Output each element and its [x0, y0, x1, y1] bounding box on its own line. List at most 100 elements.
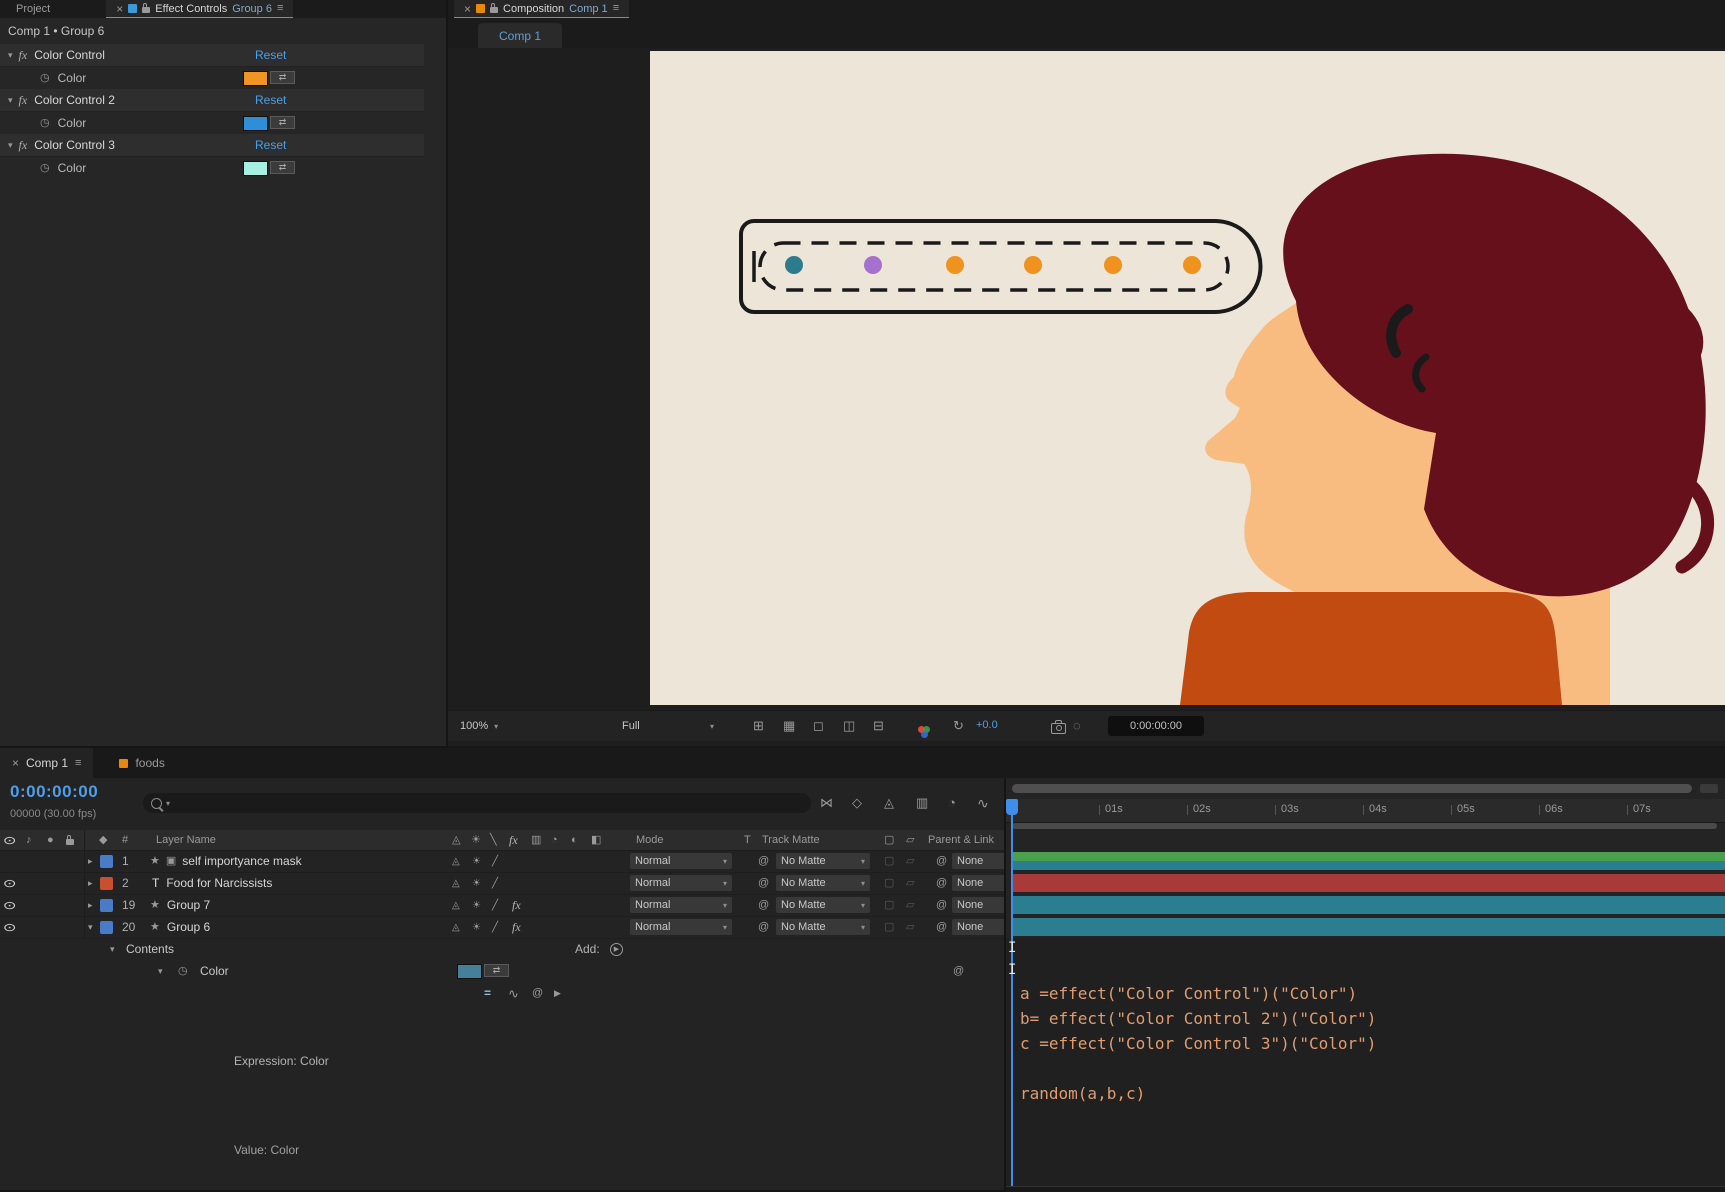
layer-name[interactable]: Food for Narcissists: [166, 876, 272, 890]
mode-dropdown[interactable]: Normal ▾: [630, 875, 732, 891]
frame-blend-icon[interactable]: ▥: [916, 796, 928, 809]
fx-badge-icon[interactable]: fx: [19, 93, 28, 108]
track-matte-dropdown[interactable]: No Matte ▾: [776, 853, 870, 869]
current-timecode[interactable]: 0:00:00:00: [10, 782, 98, 802]
playhead-line[interactable]: [1011, 799, 1013, 1186]
search-options-caret-icon[interactable]: ▾: [166, 799, 170, 808]
channel-icon[interactable]: [918, 726, 930, 738]
mode-dropdown[interactable]: Normal ▾: [630, 853, 732, 869]
column-t[interactable]: T: [744, 830, 751, 850]
close-icon[interactable]: ×: [12, 757, 19, 769]
timeline-scrollbar[interactable]: [1012, 784, 1692, 793]
timeline-tab-foods[interactable]: foods: [107, 748, 176, 778]
add-button[interactable]: ▶: [610, 942, 623, 956]
mask-visibility-icon[interactable]: ◻: [813, 719, 824, 732]
color-swatch[interactable]: [243, 116, 268, 131]
quality-toggle[interactable]: ╱: [492, 894, 498, 916]
threed-switch-icon[interactable]: ◧: [591, 830, 601, 850]
color-property-row[interactable]: ▾ ◷ Color ⇄ @: [0, 960, 1004, 982]
label-color[interactable]: [100, 854, 113, 868]
contents-row[interactable]: ▾ Contents Add: ▶: [0, 938, 1004, 960]
color-options-button[interactable]: ⇄: [484, 964, 509, 977]
collapse-toggle[interactable]: ☀: [472, 872, 481, 894]
effect-header-color-control-2[interactable]: ▾ fx Color Control 2 Reset: [0, 89, 424, 112]
preserve-toggle-icon[interactable]: ▱: [906, 872, 914, 894]
resolution-dropdown[interactable]: Full ▾: [622, 716, 714, 736]
reset-link[interactable]: Reset: [255, 138, 286, 152]
matte-pickwhip-icon[interactable]: @: [758, 916, 769, 938]
layer-bar-19[interactable]: [1012, 896, 1725, 914]
layer-bar-1[interactable]: [1012, 852, 1725, 870]
close-icon[interactable]: ×: [116, 3, 123, 15]
mini-flowchart-icon[interactable]: ⋈: [820, 796, 833, 809]
panel-menu-icon[interactable]: ≡: [75, 757, 81, 769]
tab-project[interactable]: Project: [0, 0, 66, 18]
reset-link[interactable]: Reset: [255, 93, 286, 107]
layer-name[interactable]: Group 7: [167, 898, 210, 912]
layer-row-1[interactable]: ▸ 1 ★ ▣ self importyance mask ◬ ☀ ╱ Norm…: [0, 850, 1076, 873]
color-swatch[interactable]: [243, 161, 268, 176]
grid-options-icon[interactable]: ⊞: [753, 719, 764, 732]
playhead-handle[interactable]: [1006, 799, 1018, 815]
parent-pickwhip-icon[interactable]: @: [936, 872, 947, 894]
viewer-tab-comp1[interactable]: Comp 1: [478, 23, 562, 48]
layer-bar-20[interactable]: [1012, 918, 1725, 936]
layer-name[interactable]: self importyance mask: [182, 854, 301, 868]
column-layer-name[interactable]: Layer Name: [156, 830, 216, 850]
work-area-bar[interactable]: [1012, 823, 1717, 829]
draft-3d-icon[interactable]: ◇: [852, 796, 862, 809]
eye-icon[interactable]: ⊙: [3, 899, 17, 912]
property-pickwhip-icon[interactable]: @: [953, 960, 964, 982]
layer-row-20[interactable]: ⊙ ▾ 20 ★ Group 6 ◬ ☀ ╱ fx Normal ▾ @ No M…: [0, 916, 1076, 939]
expression-language-icon[interactable]: ▶: [554, 982, 561, 1004]
twirl-right-icon[interactable]: ▸: [88, 900, 93, 910]
hide-shy-icon[interactable]: ◬: [884, 796, 894, 809]
lock-icon[interactable]: [142, 3, 151, 13]
column-num[interactable]: #: [122, 830, 128, 850]
matte-toggle-icon[interactable]: ▢: [884, 916, 894, 938]
collapse-switch-icon[interactable]: ☀: [471, 830, 481, 850]
mode-dropdown[interactable]: Normal ▾: [630, 897, 732, 913]
audio-column-icon[interactable]: ♪: [26, 834, 32, 846]
preserve-toggle-icon[interactable]: ▱: [906, 894, 914, 916]
label-column-icon[interactable]: ◆: [99, 834, 107, 846]
effect-header-color-control[interactable]: ▾ fx Color Control Reset: [0, 44, 424, 67]
matte-toggle-icon[interactable]: ▢: [884, 894, 894, 916]
matte-toggle-icon[interactable]: ▢: [884, 830, 894, 850]
quality-toggle[interactable]: ╱: [492, 916, 498, 938]
exposure-reset-icon[interactable]: ↻: [953, 719, 964, 732]
matte-pickwhip-icon[interactable]: @: [758, 850, 769, 872]
graph-editor-icon[interactable]: ∿: [977, 796, 989, 810]
region-of-interest-icon[interactable]: ◫: [843, 719, 855, 732]
twirl-down-icon[interactable]: ▾: [110, 944, 115, 954]
track-matte-dropdown[interactable]: No Matte ▾: [776, 875, 870, 891]
shy-toggle[interactable]: ◬: [452, 894, 460, 916]
label-color[interactable]: [100, 898, 113, 912]
layer-bar-2[interactable]: [1012, 874, 1725, 892]
column-mode[interactable]: Mode: [636, 830, 664, 850]
collapse-toggle[interactable]: ☀: [472, 894, 481, 916]
fx-toggle[interactable]: fx: [512, 894, 521, 916]
timeline-tab-comp1[interactable]: × Comp 1 ≡: [0, 748, 94, 778]
fx-switch-icon[interactable]: fx: [509, 830, 518, 850]
exposure-value[interactable]: +0.0: [976, 719, 998, 731]
tab-effect-controls[interactable]: × Effect Controls Group 6 ≡: [106, 0, 294, 18]
solo-column-icon[interactable]: ●: [47, 834, 54, 846]
tab-composition[interactable]: × Composition Comp 1 ≡: [454, 0, 630, 18]
stopwatch-icon[interactable]: ◷: [40, 72, 50, 84]
reset-link[interactable]: Reset: [255, 48, 286, 62]
eye-icon[interactable]: ⊙: [3, 921, 17, 934]
composition-canvas[interactable]: [650, 51, 1725, 705]
matte-pickwhip-icon[interactable]: @: [758, 872, 769, 894]
fx-badge-icon[interactable]: fx: [19, 138, 28, 153]
motion-blur-switch-icon[interactable]: ◔: [551, 830, 558, 850]
color-options-button[interactable]: ⇄: [270, 161, 295, 174]
stopwatch-icon[interactable]: ◷: [178, 960, 188, 982]
label-color[interactable]: [100, 920, 113, 934]
close-icon[interactable]: ×: [464, 3, 471, 15]
color-options-button[interactable]: ⇄: [270, 71, 295, 84]
column-track-matte[interactable]: Track Matte: [762, 830, 820, 850]
search-input[interactable]: ▾: [143, 793, 811, 813]
preview-timecode[interactable]: 0:00:00:00: [1108, 716, 1204, 736]
preserve-toggle-icon[interactable]: ▱: [906, 850, 914, 872]
